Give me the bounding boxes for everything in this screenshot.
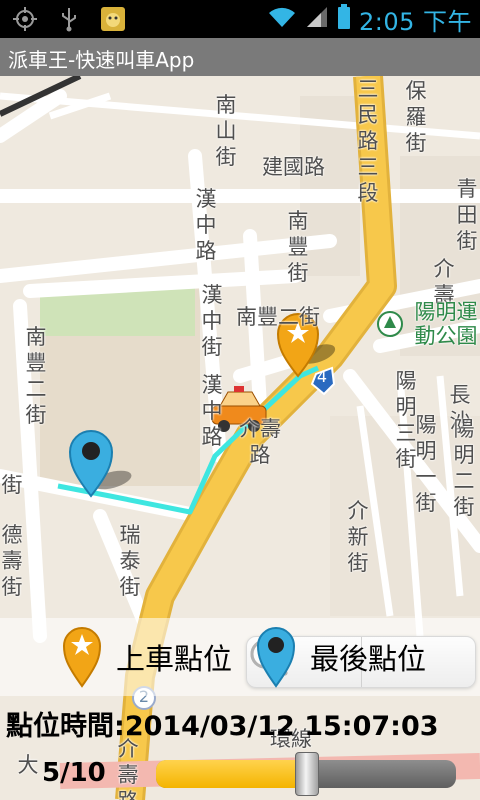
marker-legend: 上車點位 最後點位 — [0, 618, 480, 696]
location-time-label: 點位時間: — [6, 711, 125, 742]
street-label: 建國路 — [262, 155, 325, 179]
battery-icon — [337, 4, 351, 34]
street-label: 保羅街 — [405, 79, 427, 155]
legend-last-label: 最後點位 — [310, 642, 427, 676]
status-bar: 2:05 下午 — [0, 0, 480, 38]
playback-slider[interactable] — [156, 752, 456, 796]
pickup-star-pin-icon — [62, 627, 102, 688]
street-label: 南豐二街 — [236, 305, 320, 329]
legend-pickup: 上車點位 — [62, 626, 232, 688]
app-title-bar: 派車王-快速叫車App — [0, 38, 480, 76]
location-time-value: 2014/03/12 15:07:03 — [124, 711, 439, 742]
street-label: 三民路三段 — [357, 77, 379, 205]
street-label: 南豐二街 — [25, 325, 47, 427]
status-clock: 2:05 下午 — [358, 7, 472, 36]
street-label: 瑞泰街 — [119, 523, 141, 599]
street-label: 南豐街 — [287, 209, 309, 285]
app-notification-icon — [98, 4, 128, 34]
wifi-icon — [267, 5, 297, 33]
street-label: 介壽路 — [239, 417, 281, 467]
slider-fill — [156, 760, 306, 788]
slider-thumb[interactable] — [295, 752, 319, 796]
street-label: 漢中街 — [201, 283, 223, 359]
usb-icon — [54, 4, 84, 34]
last-location-pin-icon — [256, 627, 296, 688]
street-label: 街 — [1, 473, 23, 497]
gps-icon — [10, 4, 40, 34]
street-label: 漢中路 — [195, 187, 217, 263]
point-counter: 5/10 — [42, 758, 106, 788]
street-label: 介新街 — [347, 499, 369, 575]
route-badge-label: 4 — [316, 367, 328, 386]
legend-last: 最後點位 — [256, 626, 426, 688]
street-label: 陽明一街 — [415, 413, 437, 515]
street-label: 南山街 — [215, 93, 237, 169]
street-label: 漢中路 — [201, 373, 223, 449]
app-title: 派車王-快速叫車App — [8, 48, 195, 72]
park-label: 陽明運動公園 — [414, 300, 478, 348]
legend-pickup-label: 上車點位 — [116, 642, 233, 676]
street-label: 德壽街 — [1, 523, 23, 599]
street-label: 陽明二街 — [453, 417, 475, 519]
location-time: 點位時間:2014/03/12 15:07:03 — [6, 704, 439, 743]
street-label: 青田街 — [456, 177, 478, 253]
signal-icon — [305, 5, 329, 33]
